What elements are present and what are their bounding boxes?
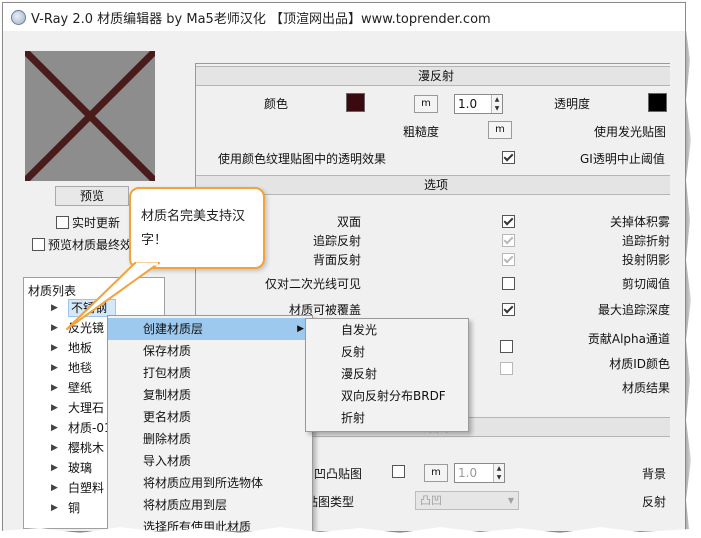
torn-paper-edge: [0, 0, 701, 538]
